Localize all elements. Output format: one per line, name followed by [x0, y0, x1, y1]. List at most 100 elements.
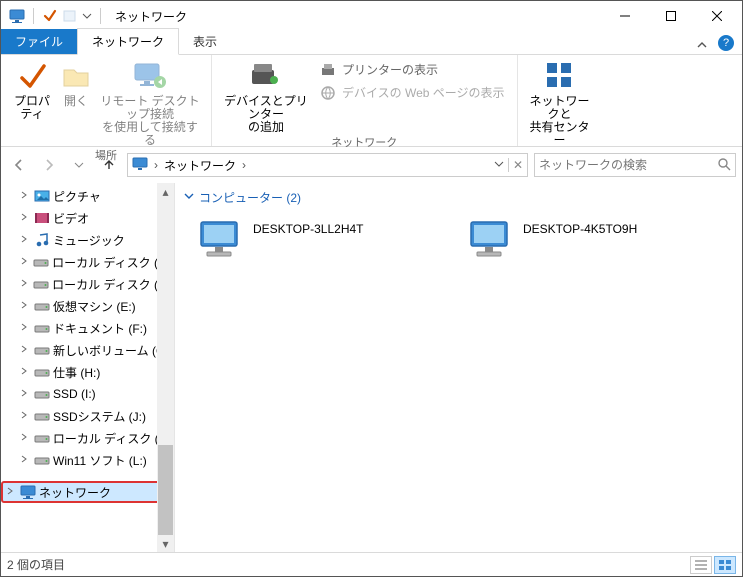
chevron-right-icon[interactable]: [19, 431, 31, 445]
minimize-button[interactable]: [602, 1, 648, 31]
tab-network[interactable]: ネットワーク: [77, 28, 179, 55]
view-largeicons-button[interactable]: [714, 556, 736, 574]
ribbon-add-devices-button[interactable]: デバイスとプリンター の追加: [218, 57, 314, 134]
nav-forward-button[interactable]: [37, 153, 61, 177]
help-icon[interactable]: ?: [718, 35, 734, 51]
ribbon-properties-button[interactable]: プロパティ: [7, 57, 57, 121]
ribbon-show-printers-button[interactable]: プリンターの表示: [314, 59, 511, 80]
ribbon-properties-label: プロパティ: [9, 95, 55, 121]
chevron-right-icon[interactable]: [19, 453, 31, 467]
ribbon-collapse-icon[interactable]: [690, 39, 714, 54]
tree-item[interactable]: SSD (I:): [1, 383, 174, 405]
tree-item-label: 新しいボリューム (G:): [53, 342, 173, 359]
ribbon-open-label: 開く: [64, 95, 88, 108]
computer-item[interactable]: DESKTOP-4K5TO9H: [465, 216, 695, 264]
chevron-right-icon[interactable]: [19, 211, 31, 225]
search-input[interactable]: [539, 158, 717, 172]
chevron-right-icon[interactable]: [19, 343, 31, 357]
maximize-button[interactable]: [648, 1, 694, 31]
tree-item-label: SSD (I:): [53, 387, 96, 401]
tree-item[interactable]: 新しいボリューム (G:): [1, 339, 174, 361]
tree-item-icon: [19, 484, 37, 500]
tree-item[interactable]: ビデオ: [1, 207, 174, 229]
computer-item[interactable]: DESKTOP-3LL2H4T: [195, 216, 425, 264]
tree-item-label: 仮想マシン (E:): [53, 298, 136, 315]
chevron-right-icon[interactable]: [19, 277, 31, 291]
tab-view[interactable]: 表示: [179, 29, 231, 54]
tree-item-icon: [33, 188, 51, 204]
ribbon-rdp-button[interactable]: リモート デスクトップ接続 を使用して接続する: [95, 57, 205, 147]
chevron-right-icon[interactable]: [19, 299, 31, 313]
qat-separator-2: [100, 8, 101, 24]
tree-item-label: ビデオ: [53, 210, 89, 227]
tree-item-icon: [33, 254, 51, 270]
ribbon-network-sharing-button[interactable]: ネットワークと 共有センター: [524, 57, 596, 147]
address-bar[interactable]: ネットワーク ✕: [127, 153, 528, 177]
computer-label: DESKTOP-3LL2H4T: [253, 216, 364, 236]
qat-new-folder-icon[interactable]: [62, 8, 78, 24]
tree-item-icon: [33, 232, 51, 248]
window-title: ネットワーク: [115, 8, 187, 25]
nav-recent-dropdown[interactable]: [67, 153, 91, 177]
ribbon-show-printers-label: プリンターの表示: [342, 61, 438, 78]
tree-item-icon: [33, 298, 51, 314]
tree-item[interactable]: ローカル ディスク (D:): [1, 273, 174, 295]
address-refresh-icon[interactable]: ✕: [508, 158, 523, 172]
ribbon: プロパティ 開く リモート デスクトップ接続 を使用して接続する 場所 デバイス…: [1, 55, 742, 147]
tree-item-label: ピクチャ: [53, 188, 101, 205]
tab-file[interactable]: ファイル: [1, 29, 77, 54]
tree-item-icon: [33, 276, 51, 292]
tree-item[interactable]: ピクチャ: [1, 185, 174, 207]
nav-back-button[interactable]: [7, 153, 31, 177]
tree-item[interactable]: ローカル ディスク (K:): [1, 427, 174, 449]
tree-item[interactable]: 仮想マシン (E:): [1, 295, 174, 317]
tree-item-label: ネットワーク: [39, 484, 111, 501]
nav-scrollbar[interactable]: ▴ ▾: [157, 183, 174, 552]
close-button[interactable]: [694, 1, 740, 31]
chevron-right-icon[interactable]: [19, 233, 31, 247]
qat-properties-icon[interactable]: [42, 8, 58, 24]
tree-item-label: ローカル ディスク (C:): [52, 254, 174, 271]
tree-item[interactable]: ドキュメント (F:): [1, 317, 174, 339]
tree-item[interactable]: ローカル ディスク (C:): [1, 251, 174, 273]
tree-item[interactable]: SSDシステム (J:): [1, 405, 174, 427]
address-dropdown-icon[interactable]: [494, 158, 504, 172]
group-header-label: コンピューター (2): [199, 189, 301, 206]
tree-item[interactable]: Win11 ソフト (L:): [1, 449, 174, 471]
tree-item[interactable]: ミュージック: [1, 229, 174, 251]
tree-item-label: 仕事 (H:): [53, 364, 100, 381]
scroll-down-icon[interactable]: ▾: [157, 535, 174, 552]
tree-item-label: Win11 ソフト (L:): [53, 452, 147, 469]
navigation-pane[interactable]: ピクチャビデオミュージックローカル ディスク (C:) ローカル ディスク (D:…: [1, 183, 175, 552]
search-box[interactable]: [534, 153, 736, 177]
scroll-thumb[interactable]: [158, 445, 173, 535]
scroll-up-icon[interactable]: ▴: [157, 183, 174, 200]
chevron-right-icon[interactable]: [19, 321, 31, 335]
ribbon-open-button[interactable]: 開く: [57, 57, 95, 108]
content-area[interactable]: コンピューター (2) DESKTOP-3LL2H4T DESKTOP-4K5TO…: [175, 183, 742, 552]
tree-item-label: ローカル ディスク (K:): [53, 430, 174, 447]
ribbon-show-webpage-button[interactable]: デバイスの Web ページの表示: [314, 82, 511, 103]
tree-item-icon: [33, 210, 51, 226]
breadcrumb-sep[interactable]: [152, 158, 160, 172]
chevron-right-icon[interactable]: [19, 365, 31, 379]
search-icon[interactable]: [717, 157, 731, 174]
tree-item-icon: [33, 364, 51, 380]
breadcrumb-network[interactable]: ネットワーク: [164, 157, 236, 174]
chevron-right-icon[interactable]: [19, 189, 31, 203]
chevron-right-icon[interactable]: [19, 409, 31, 423]
address-network-icon: [132, 156, 148, 175]
chevron-right-icon[interactable]: [5, 485, 17, 499]
chevron-right-icon[interactable]: [19, 255, 31, 269]
group-header-computers[interactable]: コンピューター (2): [175, 183, 742, 212]
tree-item[interactable]: ネットワーク: [1, 481, 174, 503]
qat-dropdown-icon[interactable]: [82, 11, 92, 21]
nav-up-button[interactable]: [97, 153, 121, 177]
network-title-icon: [9, 8, 25, 24]
breadcrumb-sep-2[interactable]: [240, 158, 248, 172]
view-details-button[interactable]: [690, 556, 712, 574]
tree-item[interactable]: 仕事 (H:): [1, 361, 174, 383]
chevron-down-icon[interactable]: [183, 190, 195, 205]
tree-item-icon: [33, 452, 51, 468]
chevron-right-icon[interactable]: [19, 387, 31, 401]
